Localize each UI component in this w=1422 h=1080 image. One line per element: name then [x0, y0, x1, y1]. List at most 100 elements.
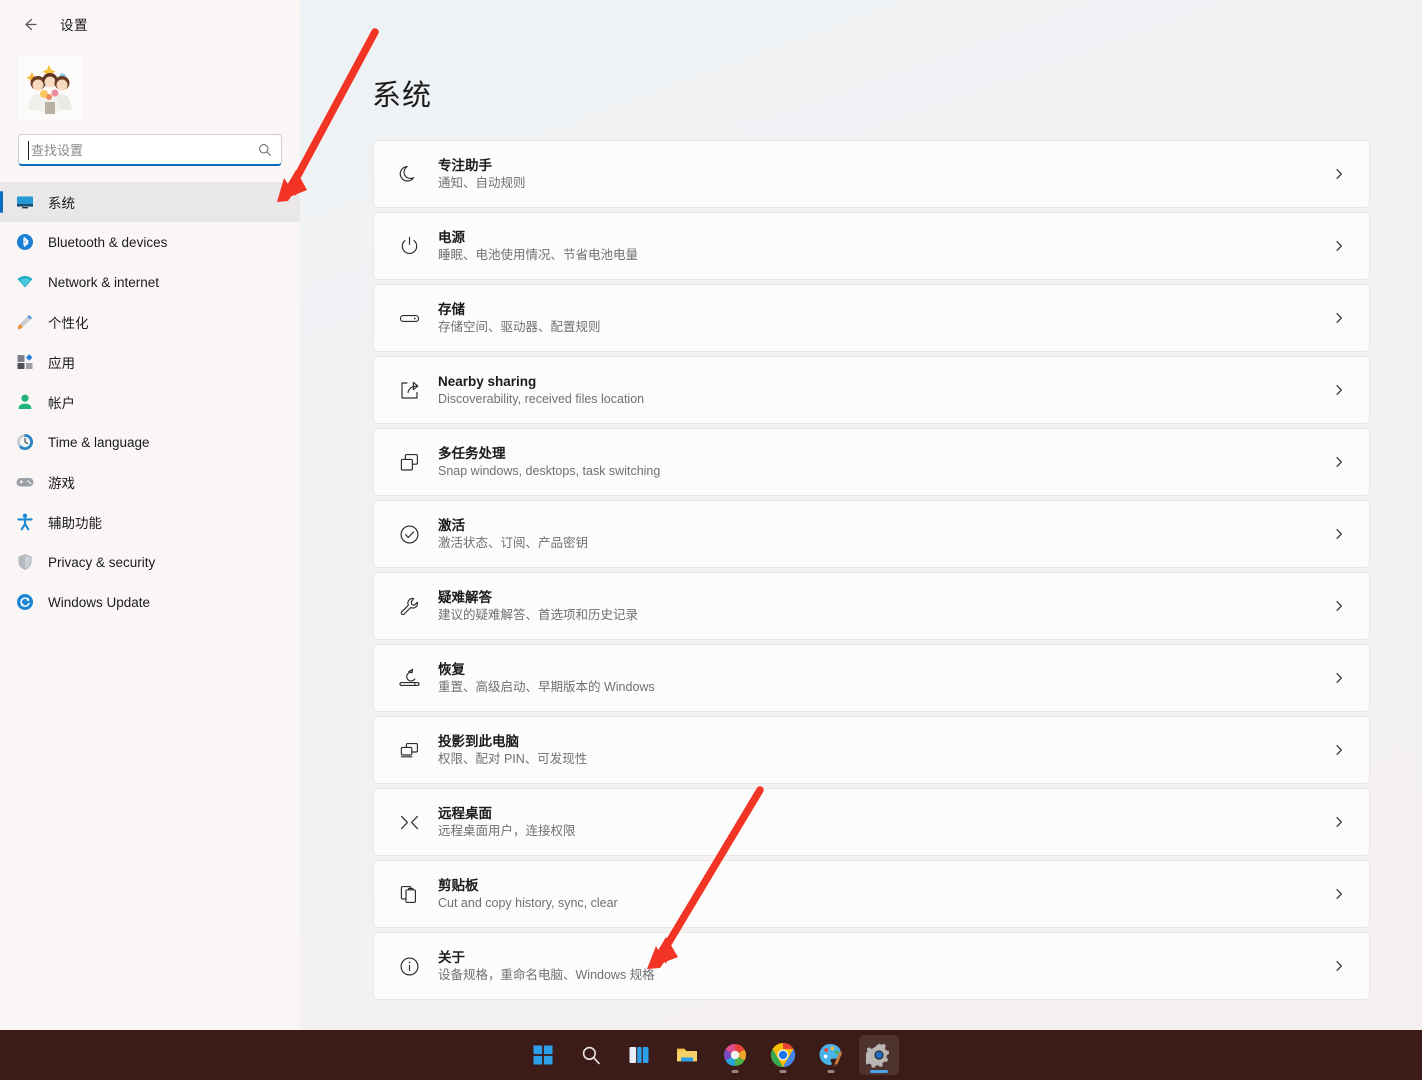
- settings-button[interactable]: [859, 1035, 899, 1075]
- recovery-icon: [390, 667, 428, 690]
- browser-360-button[interactable]: [715, 1035, 755, 1075]
- settings-card-power[interactable]: 电源 睡眠、电池使用情况、节省电池电量: [373, 212, 1370, 280]
- sidebar-item-accounts[interactable]: 帐户: [0, 382, 300, 422]
- back-arrow-icon[interactable]: [14, 9, 44, 39]
- power-icon: [390, 235, 428, 258]
- wrench-icon: [390, 595, 428, 618]
- sidebar-item-network-internet[interactable]: Network & internet: [0, 262, 300, 302]
- gear-icon: [866, 1042, 892, 1068]
- update-refresh-icon: [14, 591, 36, 613]
- clock-icon: [14, 431, 36, 453]
- settings-card-recovery[interactable]: 恢复 重置、高级启动、早期版本的 Windows: [373, 644, 1370, 712]
- projecting-icon: [390, 739, 428, 762]
- shield-icon: [14, 551, 36, 573]
- chevron-right-icon[interactable]: [1329, 600, 1349, 612]
- chrome-icon: [770, 1042, 796, 1068]
- sidebar-item-label: 系统: [48, 192, 75, 212]
- chevron-right-icon[interactable]: [1329, 888, 1349, 900]
- file-explorer-button[interactable]: [667, 1035, 707, 1075]
- card-subtitle: Discoverability, received files location: [438, 392, 1329, 406]
- card-title: 专注助手: [438, 158, 1329, 174]
- chrome-button[interactable]: [763, 1035, 803, 1075]
- sidebar-item-system[interactable]: 系统: [0, 182, 300, 222]
- avatar-container[interactable]: [0, 48, 300, 124]
- sidebar-item-label: Privacy & security: [48, 555, 155, 570]
- running-indicator: [732, 1070, 739, 1073]
- card-title: 恢复: [438, 662, 1329, 678]
- settings-card-remote-desktop[interactable]: 远程桌面 远程桌面用户，连接权限: [373, 788, 1370, 856]
- chevron-right-icon[interactable]: [1329, 312, 1349, 324]
- start-button[interactable]: [523, 1035, 563, 1075]
- settings-card-about[interactable]: 关于 设备规格，重命名电脑、Windows 规格: [373, 932, 1370, 1000]
- settings-card-activation[interactable]: 激活 激活状态、订阅、产品密钥: [373, 500, 1370, 568]
- chevron-right-icon[interactable]: [1329, 960, 1349, 972]
- chevron-right-icon[interactable]: [1329, 168, 1349, 180]
- chevron-right-icon[interactable]: [1329, 456, 1349, 468]
- share-icon: [390, 379, 428, 402]
- search-input[interactable]: 查找设置: [18, 134, 282, 166]
- remote-desktop-icon: [390, 811, 428, 834]
- app-title: 设置: [60, 14, 88, 34]
- card-subtitle: 激活状态、订阅、产品密钥: [438, 536, 1329, 550]
- title-bar: 设置: [0, 0, 300, 48]
- sidebar-item-label: Bluetooth & devices: [48, 235, 167, 250]
- settings-card-multitasking[interactable]: 多任务处理 Snap windows, desktops, task switc…: [373, 428, 1370, 496]
- pinwheel-browser-icon: [722, 1042, 748, 1068]
- sidebar-item-accessibility[interactable]: 辅助功能: [0, 502, 300, 542]
- paintbrush-icon: [14, 311, 36, 333]
- card-subtitle: 建议的疑难解答、首选项和历史记录: [438, 608, 1329, 622]
- settings-card-focus-assist[interactable]: 专注助手 通知、自动规则: [373, 140, 1370, 208]
- sidebar-item-personalization[interactable]: 个性化: [0, 302, 300, 342]
- settings-card-projecting[interactable]: 投影到此电脑 权限、配对 PIN、可发现性: [373, 716, 1370, 784]
- info-circle-icon: [390, 955, 428, 978]
- avatar[interactable]: [18, 56, 82, 120]
- running-indicator: [780, 1070, 787, 1073]
- main-content: 系统 专注助手 通知、自动规则: [300, 0, 1422, 1030]
- paint-button[interactable]: [811, 1035, 851, 1075]
- chevron-right-icon[interactable]: [1329, 744, 1349, 756]
- card-title: 多任务处理: [438, 446, 1329, 462]
- card-title: 疑难解答: [438, 590, 1329, 606]
- card-subtitle: Cut and copy history, sync, clear: [438, 896, 1329, 910]
- page-title: 系统: [300, 0, 1422, 114]
- chevron-right-icon[interactable]: [1329, 384, 1349, 396]
- sidebar-item-label: Windows Update: [48, 595, 150, 610]
- settings-card-clipboard[interactable]: 剪贴板 Cut and copy history, sync, clear: [373, 860, 1370, 928]
- sidebar-item-time-language[interactable]: Time & language: [0, 422, 300, 462]
- sidebar-item-label: 帐户: [48, 392, 75, 412]
- card-title: 电源: [438, 230, 1329, 246]
- task-view-icon: [628, 1044, 650, 1066]
- chevron-right-icon[interactable]: [1329, 816, 1349, 828]
- card-title: 存储: [438, 302, 1329, 318]
- sidebar-item-privacy-security[interactable]: Privacy & security: [0, 542, 300, 582]
- card-subtitle: 通知、自动规则: [438, 176, 1329, 190]
- search-button[interactable]: [571, 1035, 611, 1075]
- check-circle-icon: [390, 523, 428, 546]
- chevron-right-icon[interactable]: [1329, 672, 1349, 684]
- card-title: 剪贴板: [438, 878, 1329, 894]
- chevron-right-icon[interactable]: [1329, 240, 1349, 252]
- chevron-right-icon[interactable]: [1329, 528, 1349, 540]
- settings-card-troubleshoot[interactable]: 疑难解答 建议的疑难解答、首选项和历史记录: [373, 572, 1370, 640]
- bluetooth-icon: [14, 231, 36, 253]
- settings-card-nearby-sharing[interactable]: Nearby sharing Discoverability, received…: [373, 356, 1370, 424]
- multitasking-windows-icon: [390, 451, 428, 474]
- task-view-button[interactable]: [619, 1035, 659, 1075]
- card-subtitle: 存储空间、驱动器、配置规则: [438, 320, 1329, 334]
- sidebar-item-apps[interactable]: 应用: [0, 342, 300, 382]
- sidebar-item-windows-update[interactable]: Windows Update: [0, 582, 300, 622]
- search-icon[interactable]: [258, 143, 272, 157]
- windows-logo-icon: [532, 1044, 554, 1066]
- text-caret: [28, 141, 29, 160]
- running-indicator: [828, 1070, 835, 1073]
- accessibility-person-icon: [14, 511, 36, 533]
- sidebar-item-label: 应用: [48, 352, 75, 372]
- apps-icon: [14, 351, 36, 373]
- settings-card-list: 专注助手 通知、自动规则 电源 睡眠、电池使用情况、节省电池电量: [373, 140, 1370, 1000]
- wifi-icon: [14, 271, 36, 293]
- sidebar-item-gaming[interactable]: 游戏: [0, 462, 300, 502]
- sidebar-item-bluetooth-devices[interactable]: Bluetooth & devices: [0, 222, 300, 262]
- card-title: Nearby sharing: [438, 374, 1329, 390]
- settings-card-storage[interactable]: 存储 存储空间、驱动器、配置规则: [373, 284, 1370, 352]
- card-subtitle: 远程桌面用户，连接权限: [438, 824, 1329, 838]
